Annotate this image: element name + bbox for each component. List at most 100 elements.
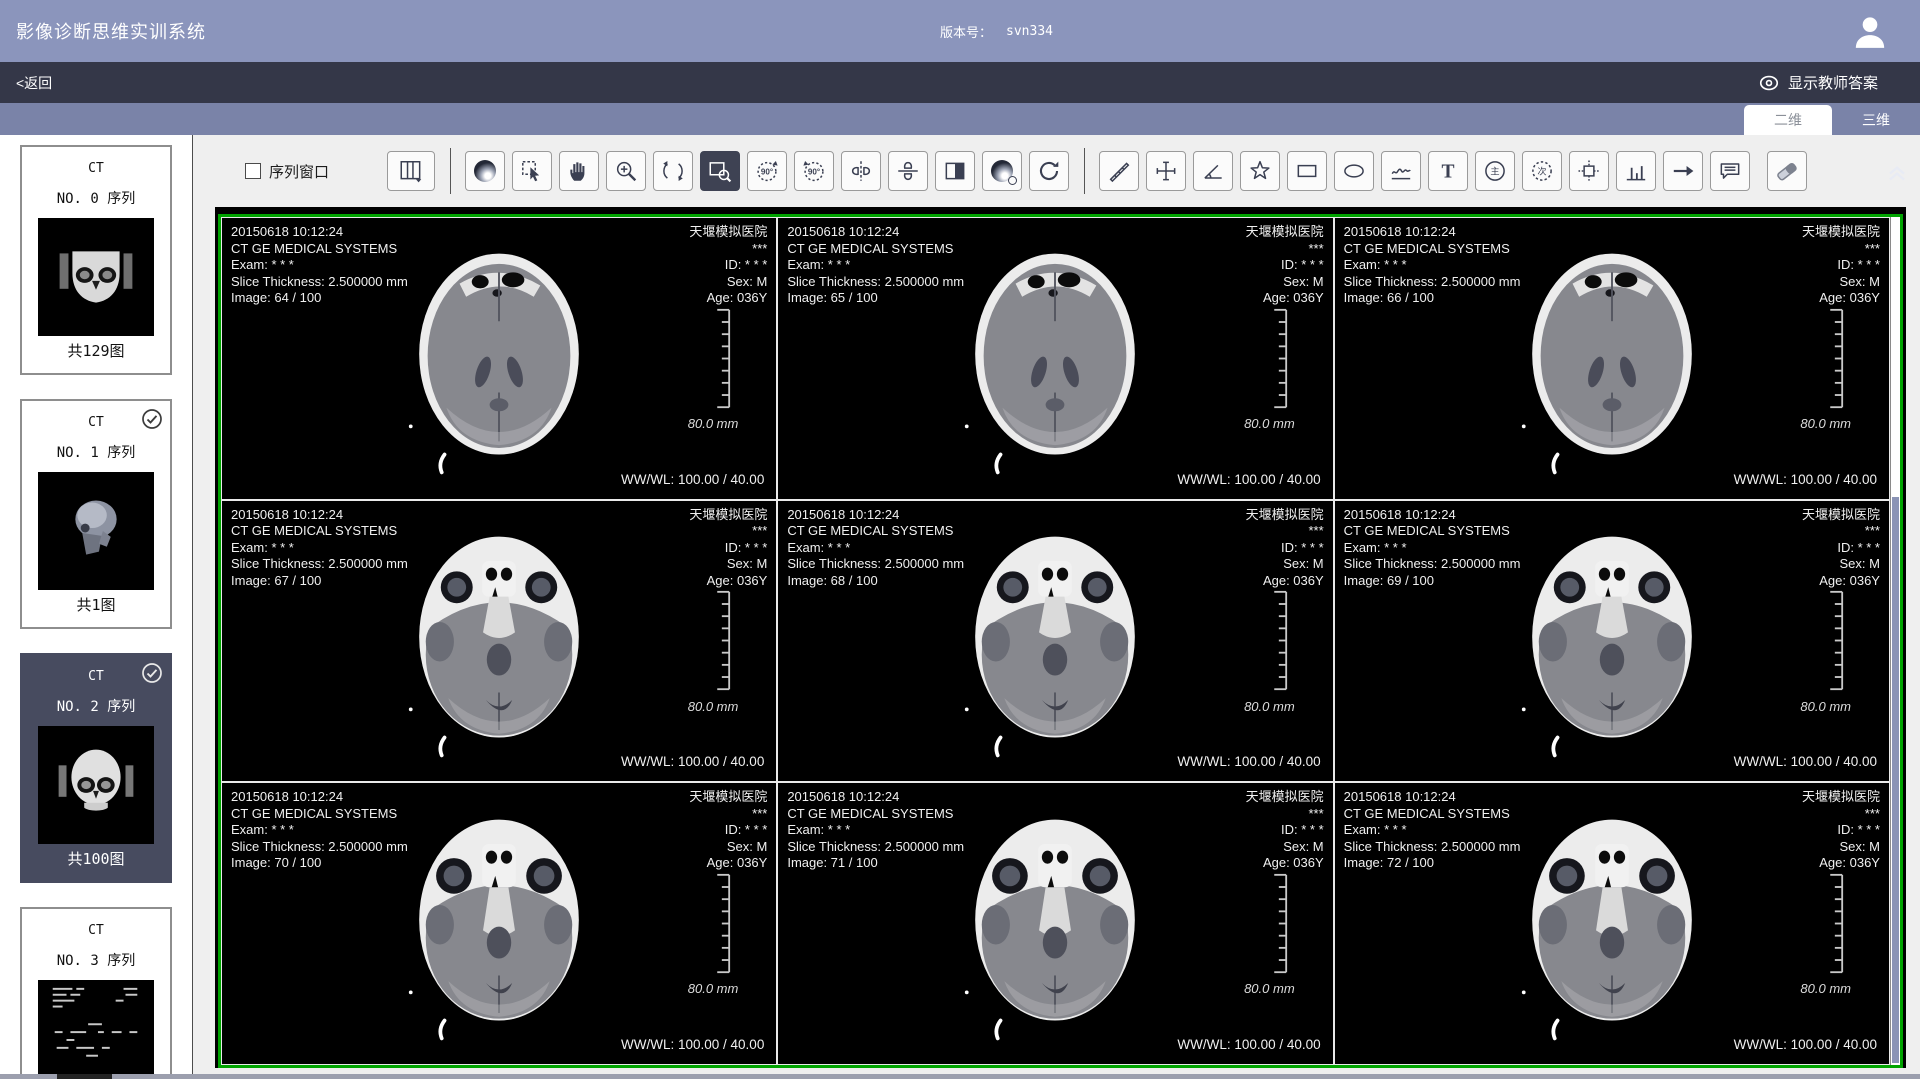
overlay-image-number: Image: 68 / 100	[787, 573, 964, 590]
viewport-cell-0[interactable]: 20150618 10:12:24CT GE MEDICAL SYSTEMSEx…	[222, 218, 776, 499]
scale-ruler	[708, 590, 732, 691]
tool-pan-button[interactable]	[559, 151, 599, 191]
tool-measure-cross-button[interactable]	[1146, 151, 1186, 191]
tool-annotate-comment-button[interactable]	[1710, 151, 1750, 191]
image-scrollbar-thumb[interactable]	[1892, 497, 1899, 1063]
collapse-toolbar-icon[interactable]	[1884, 159, 1910, 185]
scale-ruler-icon	[708, 873, 732, 974]
series-thumbnail[interactable]	[38, 472, 154, 590]
tool-reset-button[interactable]	[1029, 151, 1069, 191]
text-icon: T	[1435, 158, 1461, 184]
series-thumbnail[interactable]	[38, 218, 154, 336]
series-window-checkbox[interactable]	[245, 163, 261, 179]
ct-slice-image[interactable]	[943, 231, 1168, 475]
overlay-right: 天堰模拟医院***ID: * * *Sex: MAge: 036Y	[1802, 224, 1880, 307]
cursor-select-icon	[519, 158, 545, 184]
main-mark-icon: 主	[1482, 158, 1508, 184]
tool-eraser-button[interactable]	[1767, 151, 1807, 191]
series-thumbnail[interactable]	[38, 726, 154, 844]
tool-main-mark-button[interactable]: 主	[1475, 151, 1515, 191]
tool-annotate-arrow-button[interactable]	[1663, 151, 1703, 191]
viewport-cell-8[interactable]: 20150618 10:12:24CT GE MEDICAL SYSTEMSEx…	[1335, 783, 1889, 1064]
series-card-2[interactable]: CTNO. 2 序列共100图	[20, 653, 172, 883]
tool-flip-vertical-button[interactable]	[888, 151, 928, 191]
overlay-exam: Exam: * * *	[231, 540, 408, 557]
tool-select-button[interactable]	[512, 151, 552, 191]
tab-2d[interactable]: 二维	[1744, 105, 1832, 135]
tool-secondary-mark-button[interactable]: 次	[1522, 151, 1562, 191]
ct-slice-image[interactable]	[386, 231, 611, 475]
viewport-cell-2[interactable]: 20150618 10:12:24CT GE MEDICAL SYSTEMSEx…	[1335, 218, 1889, 499]
ct-slice-image[interactable]	[943, 797, 1168, 1041]
tool-box-zoom-button[interactable]	[700, 151, 740, 191]
scale-label: 80.0 mm	[1800, 416, 1851, 431]
ct-slice-image[interactable]	[1499, 231, 1724, 475]
tool-window-shading-button[interactable]	[465, 151, 505, 191]
ct-slice-image[interactable]	[1499, 797, 1724, 1041]
overlay-datetime: 20150618 10:12:24	[787, 789, 964, 806]
zoom-in-icon	[613, 158, 639, 184]
overlay-sex: Sex: M	[689, 839, 767, 856]
viewport-cell-4[interactable]: 20150618 10:12:24CT GE MEDICAL SYSTEMSEx…	[778, 501, 1332, 782]
svg-text:90°: 90°	[761, 168, 773, 177]
tool-draw-rectangle-button[interactable]	[1287, 151, 1327, 191]
ct-slice-image[interactable]	[386, 514, 611, 758]
series-card-0[interactable]: CTNO. 0 序列共129图	[20, 145, 172, 375]
page-horizontal-scrollbar-thumb[interactable]	[57, 1074, 112, 1079]
overlay-datetime: 20150618 10:12:24	[787, 507, 964, 524]
tool-histogram-button[interactable]	[1616, 151, 1656, 191]
tab-3d[interactable]: 三维	[1832, 105, 1920, 135]
series-card-1[interactable]: CTNO. 1 序列共1图	[20, 399, 172, 629]
viewport-cell-7[interactable]: 20150618 10:12:24CT GE MEDICAL SYSTEMSEx…	[778, 783, 1332, 1064]
tool-layout-button[interactable]	[387, 151, 435, 191]
viewport-cell-6[interactable]: 20150618 10:12:24CT GE MEDICAL SYSTEMSEx…	[222, 783, 776, 1064]
reset-icon	[1036, 158, 1062, 184]
ct-slice-image[interactable]	[386, 797, 611, 1041]
tool-zoom-button[interactable]	[606, 151, 646, 191]
tool-rotate-button[interactable]	[653, 151, 693, 191]
nav-bar: <返回 显示教师答案	[0, 62, 1920, 103]
window-level-label: WW/WL: 100.00 / 40.00	[1177, 754, 1320, 769]
tool-draw-curve-button[interactable]	[1381, 151, 1421, 191]
tool-rotate-90-left-button[interactable]: 90°	[747, 151, 787, 191]
overlay-hospital: 天堰模拟医院	[1802, 507, 1880, 524]
viewport-cell-3[interactable]: 20150618 10:12:24CT GE MEDICAL SYSTEMSEx…	[222, 501, 776, 782]
overlay-device: CT GE MEDICAL SYSTEMS	[1344, 523, 1521, 540]
tool-rotate-90-right-button[interactable]: 90°	[794, 151, 834, 191]
overlay-slice-thickness: Slice Thickness: 2.500000 mm	[1344, 556, 1521, 573]
user-avatar-icon[interactable]	[1850, 12, 1890, 52]
scale-ruler	[1821, 590, 1845, 691]
tool-invert-button[interactable]	[935, 151, 975, 191]
overlay-image-number: Image: 67 / 100	[231, 573, 408, 590]
ct-slice-image[interactable]	[1499, 514, 1724, 758]
shade-sphere-icon	[474, 160, 496, 182]
overlay-age: Age: 036Y	[689, 855, 767, 872]
tool-localize-button[interactable]	[1569, 151, 1609, 191]
tool-measure-angle-button[interactable]	[1193, 151, 1233, 191]
ct-slice-image[interactable]	[943, 514, 1168, 758]
series-thumbnail[interactable]	[38, 980, 154, 1074]
comment-icon	[1717, 158, 1743, 184]
scale-ruler-icon	[1265, 590, 1289, 691]
scale-ruler-icon	[1265, 308, 1289, 409]
overlay-right: 天堰模拟医院***ID: * * *Sex: MAge: 036Y	[689, 224, 767, 307]
series-card-3[interactable]: CTNO. 3 序列共1图	[20, 907, 172, 1074]
tool-measure-line-button[interactable]	[1099, 151, 1139, 191]
tool-draw-polygon-button[interactable]	[1240, 151, 1280, 191]
back-button[interactable]: <返回	[16, 73, 52, 93]
viewport-cell-1[interactable]: 20150618 10:12:24CT GE MEDICAL SYSTEMSEx…	[778, 218, 1332, 499]
flip-horizontal-icon	[848, 158, 874, 184]
viewport-cell-5[interactable]: 20150618 10:12:24CT GE MEDICAL SYSTEMSEx…	[1335, 501, 1889, 782]
overlay-patient-id: ID: * * *	[1246, 822, 1324, 839]
window-level-label: WW/WL: 100.00 / 40.00	[1734, 1037, 1877, 1052]
tool-draw-ellipse-button[interactable]	[1334, 151, 1374, 191]
tool-window-level-button[interactable]	[982, 151, 1022, 191]
series-window-checkbox-group[interactable]: 序列窗口	[245, 161, 329, 182]
tool-annotate-text-button[interactable]: T	[1428, 151, 1468, 191]
tool-flip-horizontal-button[interactable]	[841, 151, 881, 191]
series-image-count: 共1图	[22, 594, 170, 615]
image-scrollbar[interactable]	[1890, 217, 1900, 1065]
page-horizontal-scrollbar[interactable]	[0, 1074, 1920, 1079]
show-teacher-answer-button[interactable]: 显示教师答案	[1758, 72, 1878, 94]
overlay-hospital: 天堰模拟医院	[1802, 224, 1880, 241]
